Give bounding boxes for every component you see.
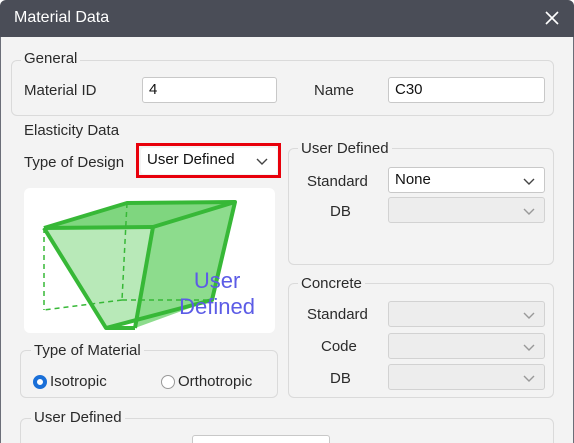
dialog-body: General Material ID 4 Name C30 Elasticit… bbox=[0, 37, 574, 443]
concrete-code-label: Code bbox=[321, 338, 357, 355]
concrete-db-select[interactable] bbox=[388, 364, 545, 390]
user-defined-bottom-field[interactable] bbox=[192, 435, 330, 443]
window-title: Material Data bbox=[14, 9, 110, 26]
ud-db-label: DB bbox=[330, 203, 351, 220]
title-bar: Material Data bbox=[0, 0, 574, 37]
name-field[interactable]: C30 bbox=[388, 77, 545, 103]
ud-standard-value: None bbox=[395, 171, 431, 188]
chevron-down-icon bbox=[523, 344, 535, 351]
material-id-label: Material ID bbox=[24, 82, 97, 99]
name-label: Name bbox=[314, 82, 355, 99]
concrete-standard-label: Standard bbox=[307, 306, 368, 323]
general-group-label: General bbox=[21, 50, 81, 67]
isotropic-radio[interactable]: Isotropic bbox=[33, 373, 107, 390]
chevron-down-icon bbox=[523, 375, 535, 382]
orthotropic-label: Orthotropic bbox=[178, 373, 253, 390]
ud-standard-select[interactable]: None bbox=[388, 167, 545, 193]
concrete-group-label: Concrete bbox=[298, 275, 365, 292]
ud-standard-label: Standard bbox=[307, 173, 368, 190]
preview-line-1: User bbox=[193, 268, 241, 293]
preview-line-2: Defined bbox=[179, 294, 255, 319]
type-of-design-label: Type of Design bbox=[24, 154, 125, 171]
radio-unselected-icon bbox=[161, 374, 175, 389]
preview-caption: User Defined bbox=[179, 268, 255, 320]
material-id-field[interactable]: 4 bbox=[142, 77, 277, 103]
chevron-down-icon bbox=[523, 178, 535, 185]
chevron-down-icon bbox=[523, 312, 535, 319]
design-preview: User Defined bbox=[24, 188, 275, 333]
highlight-box bbox=[136, 143, 281, 178]
concrete-code-select[interactable] bbox=[388, 333, 545, 359]
type-of-material-label: Type of Material bbox=[31, 342, 144, 359]
concrete-db-label: DB bbox=[330, 370, 351, 387]
user-defined-group-label: User Defined bbox=[298, 140, 392, 157]
user-defined-bottom-label: User Defined bbox=[31, 409, 125, 426]
orthotropic-radio[interactable]: Orthotropic bbox=[161, 373, 252, 390]
radio-selected-icon bbox=[33, 374, 47, 389]
close-icon[interactable] bbox=[540, 6, 564, 30]
chevron-down-icon bbox=[523, 208, 535, 215]
concrete-standard-select[interactable] bbox=[388, 301, 545, 327]
isotropic-label: Isotropic bbox=[50, 373, 107, 390]
elasticity-group-label: Elasticity Data bbox=[21, 122, 123, 139]
ud-db-select[interactable] bbox=[388, 197, 545, 223]
